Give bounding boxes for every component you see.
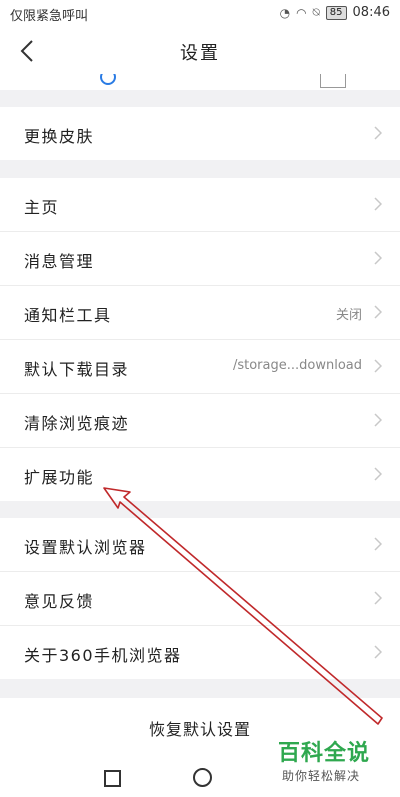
watermark-title: 百科全说 xyxy=(278,741,371,766)
chevron-right-icon xyxy=(374,645,382,659)
row-label: 意见反馈 xyxy=(24,592,95,611)
hd-icon: ◔ xyxy=(279,5,291,20)
settings-row-extensions[interactable]: 扩展功能 xyxy=(0,448,400,501)
carrier-text: 仅限紧急呼叫 xyxy=(10,9,89,24)
chevron-right-icon xyxy=(374,359,382,373)
account-strip xyxy=(0,74,400,90)
watermark: 百科全说 助你轻松解决 xyxy=(270,735,390,791)
status-bar: 仅限紧急呼叫 ◔ ◠ ⍉ 85 08:46 xyxy=(0,0,400,26)
settings-group-main: 主页 消息管理 通知栏工具 关闭 默认下载目录 /storage...downl… xyxy=(0,178,400,501)
chevron-right-icon xyxy=(374,591,382,605)
settings-row-download-directory[interactable]: 默认下载目录 /storage...download xyxy=(0,340,400,394)
recent-apps-icon[interactable] xyxy=(104,770,121,787)
wifi-icon: ◠ xyxy=(296,5,307,20)
watermark-subtitle: 助你轻松解决 xyxy=(282,769,361,783)
chevron-right-icon xyxy=(374,467,382,481)
chevron-right-icon xyxy=(374,251,382,265)
account-avatar-icon xyxy=(100,74,116,85)
settings-row-homepage[interactable]: 主页 xyxy=(0,178,400,232)
settings-row-feedback[interactable]: 意见反馈 xyxy=(0,572,400,626)
settings-row-about[interactable]: 关于360手机浏览器 xyxy=(0,626,400,679)
settings-row-clear-history[interactable]: 清除浏览痕迹 xyxy=(0,394,400,448)
chevron-right-icon xyxy=(374,537,382,551)
settings-row-default-browser[interactable]: 设置默认浏览器 xyxy=(0,518,400,572)
row-label: 扩展功能 xyxy=(24,468,95,487)
row-label: 主页 xyxy=(24,198,60,217)
settings-group-about: 设置默认浏览器 意见反馈 关于360手机浏览器 xyxy=(0,518,400,679)
row-value: 关闭 xyxy=(335,308,362,323)
row-label: 通知栏工具 xyxy=(24,306,112,325)
home-icon[interactable] xyxy=(193,768,212,787)
chevron-right-icon xyxy=(374,197,382,211)
settings-row-notification-tools[interactable]: 通知栏工具 关闭 xyxy=(0,286,400,340)
chevron-right-icon xyxy=(374,305,382,319)
page-title: 设置 xyxy=(180,43,220,64)
row-label: 清除浏览痕迹 xyxy=(24,414,130,433)
account-box-icon xyxy=(320,74,346,88)
row-label: 更换皮肤 xyxy=(24,127,95,146)
chevron-right-icon xyxy=(374,126,382,140)
battery-icon: 85 xyxy=(325,5,347,20)
row-value: /storage...download xyxy=(232,358,362,373)
row-label: 默认下载目录 xyxy=(24,360,130,379)
app-header: 设置 xyxy=(0,26,400,74)
settings-group-skin: 更换皮肤 xyxy=(0,107,400,160)
row-label: 设置默认浏览器 xyxy=(24,538,147,557)
settings-row-change-skin[interactable]: 更换皮肤 xyxy=(0,107,400,160)
row-label: 关于360手机浏览器 xyxy=(24,646,182,665)
settings-row-message-management[interactable]: 消息管理 xyxy=(0,232,400,286)
chevron-right-icon xyxy=(374,413,382,427)
clock: 08:46 xyxy=(352,5,390,20)
status-icons: ◔ ◠ ⍉ 85 08:46 xyxy=(280,5,390,20)
row-label: 消息管理 xyxy=(24,252,95,271)
mute-icon: ⍉ xyxy=(312,5,320,19)
